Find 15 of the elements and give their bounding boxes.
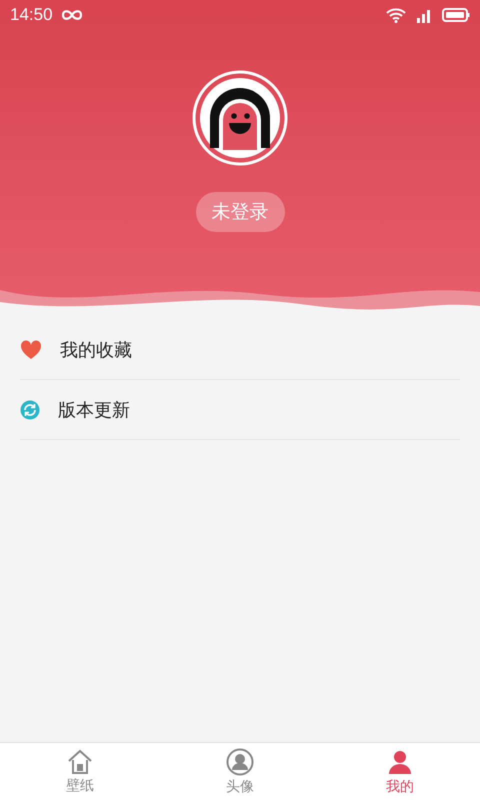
- avatar-icon[interactable]: [192, 70, 288, 166]
- person-icon: [226, 748, 254, 776]
- nav-tab[interactable]: 头像: [160, 743, 320, 800]
- login-button[interactable]: 未登录: [196, 192, 284, 232]
- refresh-icon: [20, 400, 40, 420]
- home-icon: [66, 748, 94, 774]
- wifi-icon: [386, 7, 406, 23]
- status-time: 14:50: [10, 5, 53, 25]
- menu-item[interactable]: 我的收藏: [20, 320, 460, 380]
- battery-icon: [442, 7, 470, 23]
- nav-tab[interactable]: 我的: [320, 743, 480, 800]
- menu-item[interactable]: 版本更新: [20, 380, 460, 440]
- infinity-icon: [60, 9, 83, 21]
- nav-tab[interactable]: 壁纸: [0, 743, 160, 800]
- heart-icon: [20, 340, 42, 360]
